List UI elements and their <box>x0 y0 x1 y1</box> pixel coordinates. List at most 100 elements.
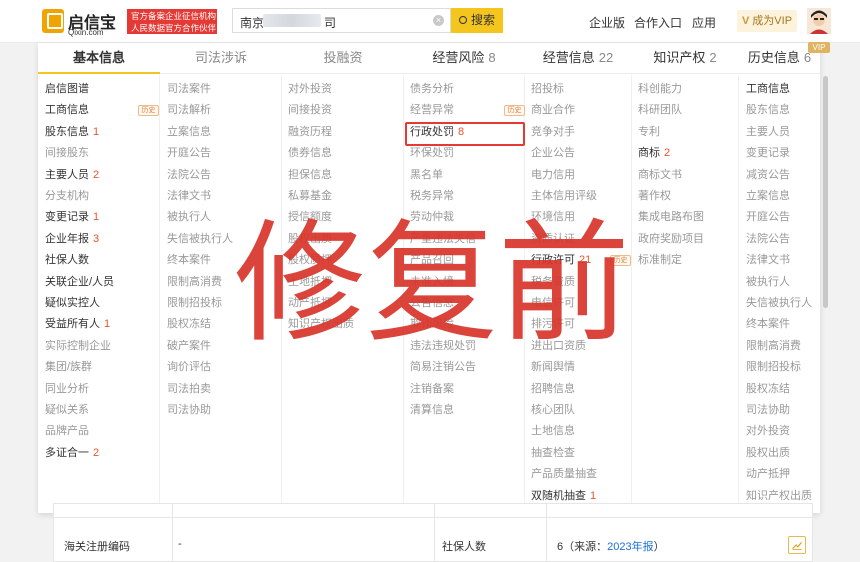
menu-item[interactable]: 多证合一 2 <box>45 443 99 463</box>
menu-item[interactable]: 主要人员 <box>746 122 790 142</box>
menu-item[interactable]: 工商信息 <box>45 100 89 120</box>
menu-item[interactable]: 企业公告 <box>531 143 575 163</box>
menu-item[interactable]: 法院公告 <box>167 165 211 185</box>
menu-item[interactable]: 法律文书 <box>167 186 211 206</box>
menu-item[interactable]: 集成电路布图 <box>638 207 704 227</box>
tab-investment[interactable]: 投融资 <box>282 43 404 74</box>
menu-item[interactable]: 终本案件 <box>746 314 790 334</box>
menu-item[interactable]: 启信图谱 <box>45 79 89 99</box>
menu-item[interactable]: 债券信息 <box>288 143 332 163</box>
menu-item[interactable]: 竞争对手 <box>531 122 575 142</box>
menu-item[interactable]: 商标文书 <box>638 165 682 185</box>
menu-item[interactable]: 企业年报 3 <box>45 229 99 249</box>
menu-item[interactable]: 变更记录 <box>746 143 790 163</box>
tab-operating-info[interactable]: 经营信息 22 <box>525 43 631 74</box>
menu-item[interactable]: 受益所有人 1 <box>45 314 110 334</box>
menu-item[interactable]: 商业合作 <box>531 100 575 120</box>
menu-item[interactable]: 科创能力 <box>638 79 682 99</box>
menu-item[interactable]: 限制招投标 <box>167 293 222 313</box>
menu-item[interactable]: 股权冻结 <box>167 314 211 334</box>
history-badge[interactable]: 历史 <box>504 105 525 117</box>
menu-item[interactable]: 被执行人 <box>746 272 790 292</box>
menu-item[interactable]: 政府奖励项目 <box>638 229 704 249</box>
menu-item[interactable]: 股权出质 <box>746 443 790 463</box>
menu-item[interactable]: 减资公告 <box>746 165 790 185</box>
menu-item[interactable]: 招聘信息 <box>531 379 575 399</box>
tab-judicial[interactable]: 司法涉诉 <box>160 43 282 74</box>
menu-item[interactable]: 融资历程 <box>288 122 332 142</box>
menu-item[interactable]: 司法案件 <box>167 79 211 99</box>
menu-item[interactable]: 分支机构 <box>45 186 89 206</box>
menu-item[interactable]: 法律文书 <box>746 250 790 270</box>
menu-item[interactable]: 主要人员 2 <box>45 165 99 185</box>
menu-item[interactable]: 债务分析 <box>410 79 454 99</box>
nav-enterprise-edition[interactable]: 企业版 <box>589 14 625 31</box>
menu-item[interactable]: 动产抵押 <box>746 464 790 484</box>
trend-chart-icon[interactable] <box>788 536 806 554</box>
menu-item[interactable]: 限制招投标 <box>746 357 801 377</box>
menu-item[interactable]: 黑名单 <box>410 165 443 185</box>
menu-item[interactable]: 限制高消费 <box>746 336 801 356</box>
menu-item[interactable]: 著作权 <box>638 186 671 206</box>
menu-item[interactable]: 对外投资 <box>288 79 332 99</box>
menu-item[interactable]: 法院公告 <box>746 229 790 249</box>
menu-item[interactable]: 疑似实控人 <box>45 293 100 313</box>
menu-item[interactable]: 标准制定 <box>638 250 682 270</box>
menu-item[interactable]: 经营异常 <box>410 100 454 120</box>
menu-item[interactable]: 电力信用 <box>531 165 575 185</box>
user-avatar[interactable] <box>807 8 831 34</box>
menu-item[interactable]: 司法解析 <box>167 100 211 120</box>
menu-item[interactable]: 被执行人 <box>167 207 211 227</box>
menu-item[interactable]: 税务异常 <box>410 186 454 206</box>
menu-item[interactable]: 司法协助 <box>746 400 790 420</box>
tab-operating-risk[interactable]: 经营风险 8 <box>404 43 524 74</box>
menu-item[interactable]: 失信被执行人 <box>167 229 233 249</box>
menu-item[interactable]: 司法拍卖 <box>167 379 211 399</box>
menu-item[interactable]: 变更记录 1 <box>45 207 99 227</box>
menu-item[interactable]: 同业分析 <box>45 379 89 399</box>
become-vip-button[interactable]: V 成为VIP <box>737 10 797 32</box>
menu-item[interactable]: 破产案件 <box>167 336 211 356</box>
menu-item[interactable]: 立案信息 <box>167 122 211 142</box>
menu-item[interactable]: 间接股东 <box>45 143 89 163</box>
menu-item[interactable]: 失信被执行人 <box>746 293 812 313</box>
panel-scrollbar[interactable] <box>823 76 828 308</box>
menu-item[interactable]: 注销备案 <box>410 379 454 399</box>
menu-item[interactable]: 司法协助 <box>167 400 211 420</box>
menu-item[interactable]: 终本案件 <box>167 250 211 270</box>
menu-item[interactable]: 立案信息 <box>746 186 790 206</box>
search-box[interactable]: 南京 司 × <box>232 8 451 33</box>
menu-item[interactable]: 环保处罚 <box>410 143 454 163</box>
nav-apps[interactable]: 应用 <box>692 14 716 31</box>
menu-item[interactable]: 对外投资 <box>746 421 790 441</box>
history-badge[interactable]: 历史 <box>138 105 159 117</box>
menu-item[interactable]: 限制高消费 <box>167 272 222 292</box>
menu-item[interactable]: 社保人数 <box>45 250 89 270</box>
menu-item[interactable]: 股权冻结 <box>746 379 790 399</box>
search-button[interactable]: 搜索 <box>451 8 503 33</box>
menu-item[interactable]: 招投标 <box>531 79 564 99</box>
menu-item[interactable]: 私募基金 <box>288 186 332 206</box>
menu-item[interactable]: 询价评估 <box>167 357 211 377</box>
menu-item[interactable]: 核心团队 <box>531 400 575 420</box>
menu-item[interactable]: 清算信息 <box>410 400 454 420</box>
clear-search-icon[interactable]: × <box>433 15 444 26</box>
annual-report-link[interactable]: 2023年报 <box>607 541 653 553</box>
menu-item[interactable]: 间接投资 <box>288 100 332 120</box>
menu-item[interactable]: 商标 2 <box>638 143 670 163</box>
menu-item[interactable]: 科研团队 <box>638 100 682 120</box>
tab-intellectual-property[interactable]: 知识产权 2 <box>632 43 738 74</box>
menu-item[interactable]: 开庭公告 <box>746 207 790 227</box>
tab-basic-info[interactable]: 基本信息 <box>38 43 160 74</box>
menu-item[interactable]: 主体信用评级 <box>531 186 597 206</box>
menu-item[interactable]: 工商信息 <box>746 79 790 99</box>
nav-cooperation-entry[interactable]: 合作入口 <box>634 14 682 31</box>
menu-item[interactable]: 实际控制企业 <box>45 336 111 356</box>
menu-item[interactable]: 产品质量抽查 <box>531 464 597 484</box>
qixin-logo[interactable]: 启信宝 Qixin.com <box>42 8 118 37</box>
menu-item[interactable]: 股东信息 1 <box>45 122 99 142</box>
menu-item[interactable]: 土地信息 <box>531 421 575 441</box>
menu-item[interactable]: 担保信息 <box>288 165 332 185</box>
menu-item[interactable]: 集团/族群 <box>45 357 92 377</box>
menu-item[interactable]: 关联企业/人员 <box>45 272 114 292</box>
